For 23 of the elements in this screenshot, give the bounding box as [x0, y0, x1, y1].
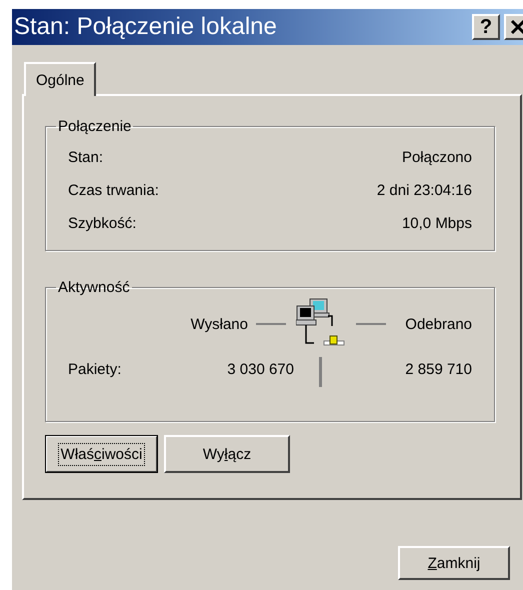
group-title: Połączenie	[57, 118, 132, 135]
close-dialog-button[interactable]: Zamknij	[398, 546, 510, 580]
divider-line	[319, 357, 322, 387]
group-title: Aktywność	[57, 279, 131, 296]
connector-line	[256, 323, 286, 325]
disable-button[interactable]: Wyłącz	[164, 435, 290, 473]
connector-line	[356, 323, 386, 325]
field-value: Połączono	[402, 149, 472, 166]
help-button[interactable]: ?	[472, 14, 500, 40]
field-label: Stan:	[68, 149, 104, 166]
field-label: Szybkość:	[68, 215, 136, 232]
sent-label: Wysłano	[190, 316, 248, 332]
field-label: Czas trwania:	[68, 182, 159, 199]
close-icon	[510, 19, 523, 35]
window-title: Stan: Połączenie lokalne	[14, 13, 277, 41]
received-label: Odebrano	[405, 316, 472, 332]
field-label: Pakiety:	[68, 360, 122, 378]
received-count: 2 859 710	[405, 360, 472, 378]
field-value: 2 dni 23:04:16	[376, 182, 472, 199]
tab[interactable]: Ogólne	[24, 62, 96, 96]
field-value: 10,0 Mbps	[402, 215, 472, 232]
properties-button[interactable]: Właściwości	[45, 435, 158, 473]
sent-count: 3 030 670	[226, 360, 294, 378]
